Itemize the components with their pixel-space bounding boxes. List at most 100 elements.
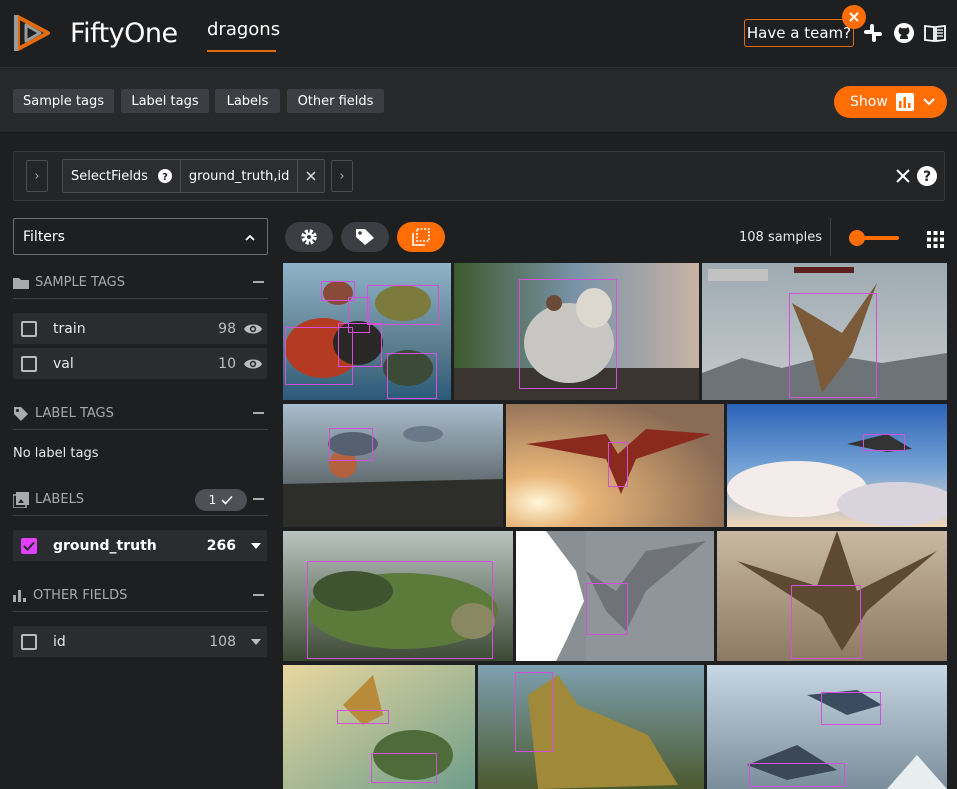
- zoom-slider-thumb[interactable]: [849, 230, 865, 246]
- label-tags-title: LABEL TAGS: [35, 406, 114, 421]
- tag-count: 98: [218, 320, 236, 337]
- check-icon: [23, 541, 35, 551]
- tag-count: 10: [218, 355, 236, 372]
- sample-tags-section-header[interactable]: SAMPLE TAGS: [13, 267, 268, 299]
- sample-tile[interactable]: [727, 404, 947, 527]
- collapse-minus-icon[interactable]: [253, 498, 264, 500]
- sample-tile[interactable]: [283, 531, 513, 661]
- caret-down-icon[interactable]: [251, 638, 261, 645]
- label-count: 266: [206, 537, 236, 554]
- app-title[interactable]: FiftyOne: [70, 18, 178, 49]
- filters-dropdown[interactable]: Filters: [13, 218, 268, 255]
- collapse-minus-icon[interactable]: [253, 281, 264, 283]
- sample-tags-title: SAMPLE TAGS: [35, 275, 125, 290]
- sample-tag-row-val[interactable]: val 10: [13, 348, 267, 379]
- sample-tile[interactable]: [283, 665, 475, 789]
- slack-icon[interactable]: [862, 22, 884, 44]
- stage-name[interactable]: SelectFields ?: [63, 160, 181, 192]
- help-icon[interactable]: ?: [157, 169, 172, 183]
- detection-bbox: [749, 763, 845, 787]
- grid-layout-icon[interactable]: [927, 231, 944, 248]
- view-bar-next-arrow[interactable]: ›: [331, 160, 353, 192]
- bar-chart-icon: [895, 93, 914, 111]
- dataset-name[interactable]: dragons: [207, 19, 280, 52]
- detection-bbox: [608, 442, 628, 487]
- field-row-id[interactable]: id 108: [13, 626, 267, 657]
- sample-tile[interactable]: [717, 531, 947, 661]
- caret-down-icon[interactable]: [251, 542, 261, 549]
- folder-tag-icon: [13, 277, 29, 289]
- labels-button[interactable]: Labels: [215, 89, 280, 113]
- label-field-name: ground_truth: [53, 537, 157, 554]
- sample-tile[interactable]: [506, 404, 724, 527]
- label-row-ground-truth[interactable]: ground_truth 266: [13, 530, 267, 561]
- bar-chart-icon: [13, 589, 26, 602]
- label-tags-section-header[interactable]: LABEL TAGS: [13, 398, 268, 430]
- settings-gear-button[interactable]: [285, 222, 333, 252]
- toolbar: Sample tags Label tags Labels Other fiel…: [0, 69, 957, 133]
- other-fields-button[interactable]: Other fields: [287, 89, 384, 113]
- image-gallery-icon: [13, 491, 29, 508]
- sample-tile[interactable]: [454, 263, 699, 400]
- stage-remove-button[interactable]: [298, 160, 324, 192]
- tag-samples-button[interactable]: [341, 222, 389, 252]
- chevron-up-icon: [245, 234, 255, 241]
- other-fields-section-header[interactable]: OTHER FIELDS: [13, 580, 268, 612]
- sample-tile[interactable]: [283, 263, 451, 400]
- no-label-tags-text: No label tags: [13, 446, 99, 461]
- sample-image: [283, 404, 503, 527]
- sample-tile[interactable]: [516, 531, 714, 661]
- tag-label: train: [53, 320, 86, 337]
- collapse-minus-icon[interactable]: [253, 594, 264, 596]
- labels-section-header[interactable]: LABELS 1: [13, 484, 268, 516]
- selection-mode-button[interactable]: [397, 222, 445, 252]
- stage-name-text: SelectFields: [71, 168, 148, 184]
- show-label: Show: [850, 94, 888, 110]
- have-a-team-button[interactable]: Have a team?: [744, 19, 854, 47]
- github-icon[interactable]: [893, 22, 915, 44]
- eye-icon[interactable]: [243, 357, 263, 371]
- label-tags-button[interactable]: Label tags: [121, 89, 209, 113]
- svg-text:?: ?: [162, 172, 168, 183]
- detection-bbox: [371, 753, 437, 783]
- sample-tile[interactable]: [707, 665, 947, 789]
- sample-tile[interactable]: [283, 404, 503, 527]
- detection-bbox: [367, 285, 439, 325]
- detection-bbox: [821, 692, 881, 725]
- badge-count: 1: [208, 493, 217, 507]
- detection-bbox: [519, 279, 617, 389]
- fiftyone-logo-icon[interactable]: [12, 13, 54, 53]
- checkbox[interactable]: [21, 633, 37, 650]
- sample-tags-button[interactable]: Sample tags: [13, 89, 114, 113]
- sample-tag-row-train[interactable]: train 98: [13, 313, 267, 344]
- selected-count-badge[interactable]: 1: [195, 489, 247, 511]
- checkbox-checked[interactable]: [21, 537, 37, 554]
- sidebar: Filters SAMPLE TAGS train 98 val 10 LABE…: [0, 201, 283, 789]
- detection-bbox: [387, 353, 437, 399]
- sample-image: [727, 404, 947, 527]
- view-stage: SelectFields ? ground_truth,id: [62, 159, 326, 193]
- clear-view-close-icon[interactable]: [896, 169, 910, 183]
- detection-bbox: [329, 428, 373, 461]
- checkbox[interactable]: [21, 320, 37, 337]
- sample-count: 108 samples: [739, 230, 822, 245]
- checkbox[interactable]: [21, 355, 37, 372]
- detection-bbox: [789, 293, 877, 398]
- detection-bbox: [348, 297, 370, 333]
- collapse-minus-icon[interactable]: [253, 412, 264, 414]
- close-icon: [306, 171, 316, 181]
- view-bar-prev-arrow[interactable]: ›: [26, 160, 48, 192]
- filters-label: Filters: [23, 228, 65, 245]
- sample-tile[interactable]: [478, 665, 704, 789]
- help-icon[interactable]: ?: [917, 166, 937, 186]
- tag-label: val: [53, 355, 74, 372]
- show-histograms-button[interactable]: Show: [834, 86, 947, 118]
- sample-tile[interactable]: [702, 263, 947, 400]
- check-icon: [221, 495, 233, 505]
- field-name: id: [53, 633, 66, 650]
- stage-value[interactable]: ground_truth,id: [181, 160, 299, 192]
- eye-icon[interactable]: [243, 322, 263, 336]
- docs-book-icon[interactable]: [924, 22, 946, 44]
- tag-icon: [356, 229, 374, 245]
- header: FiftyOne dragons Have a team?: [0, 0, 957, 68]
